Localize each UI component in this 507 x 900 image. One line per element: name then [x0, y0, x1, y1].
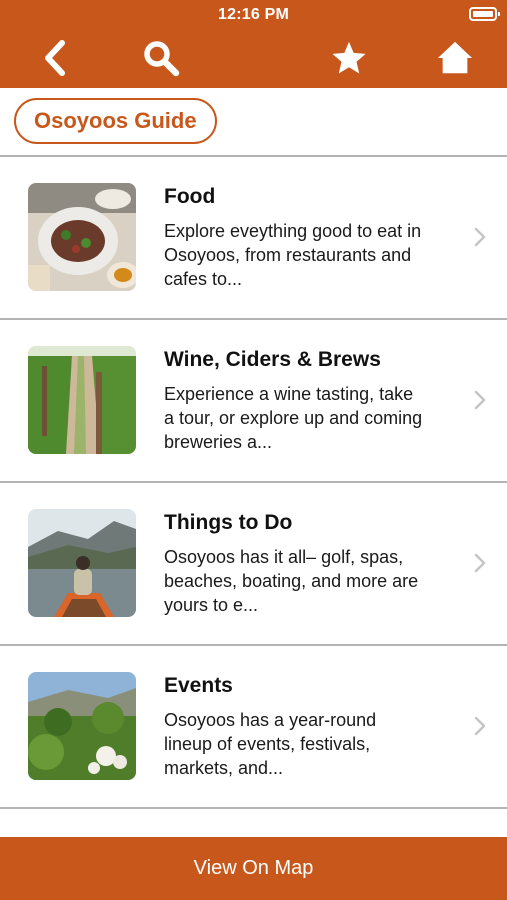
view-on-map-button[interactable]: View On Map	[0, 837, 507, 900]
chevron-right-icon	[474, 390, 486, 410]
status-time: 12:16 PM	[218, 6, 289, 23]
star-icon	[332, 41, 366, 74]
battery-icon	[469, 7, 500, 21]
favorites-button[interactable]	[326, 36, 372, 80]
home-button[interactable]	[432, 36, 478, 80]
list-item-events[interactable]: Events Osoyoos has a year-round lineup o…	[0, 646, 507, 809]
search-icon	[144, 41, 180, 77]
item-description: Explore eveything good to eat in Osoyoos…	[164, 221, 422, 289]
list-item-things-to-do[interactable]: Things to Do Osoyoos has it all– golf, s…	[0, 483, 507, 646]
home-icon	[437, 41, 473, 74]
chevron-left-icon	[45, 40, 65, 76]
guide-header: Osoyoos Guide	[0, 88, 507, 156]
list-item-wine-ciders-brews[interactable]: Wine, Ciders & Brews Experience a wine t…	[0, 320, 507, 483]
kayak-thumbnail	[28, 509, 136, 617]
osoyoos-guide-button[interactable]: Osoyoos Guide	[14, 98, 217, 144]
category-list: Food Explore eveything good to eat in Os…	[0, 157, 507, 809]
item-title: Events	[164, 674, 233, 697]
orchard-thumbnail	[28, 672, 136, 780]
item-description: Osoyoos has it all– golf, spas, beaches,…	[164, 547, 419, 615]
vineyard-thumbnail	[28, 346, 136, 454]
item-description: Osoyoos has a year-round lineup of event…	[164, 710, 377, 778]
list-item-food[interactable]: Food Explore eveything good to eat in Os…	[0, 157, 507, 320]
top-navigation-bar: 12:16 PM	[0, 0, 507, 88]
item-title: Wine, Ciders & Brews	[164, 348, 381, 371]
item-title: Things to Do	[164, 511, 293, 534]
chevron-right-icon	[474, 716, 486, 736]
chevron-right-icon	[474, 227, 486, 247]
chevron-right-icon	[474, 553, 486, 573]
item-title: Food	[164, 185, 216, 208]
search-button[interactable]	[138, 36, 184, 80]
food-thumbnail	[28, 183, 136, 291]
item-description: Experience a wine tasting, take a tour, …	[164, 384, 423, 452]
back-button[interactable]	[32, 36, 78, 80]
